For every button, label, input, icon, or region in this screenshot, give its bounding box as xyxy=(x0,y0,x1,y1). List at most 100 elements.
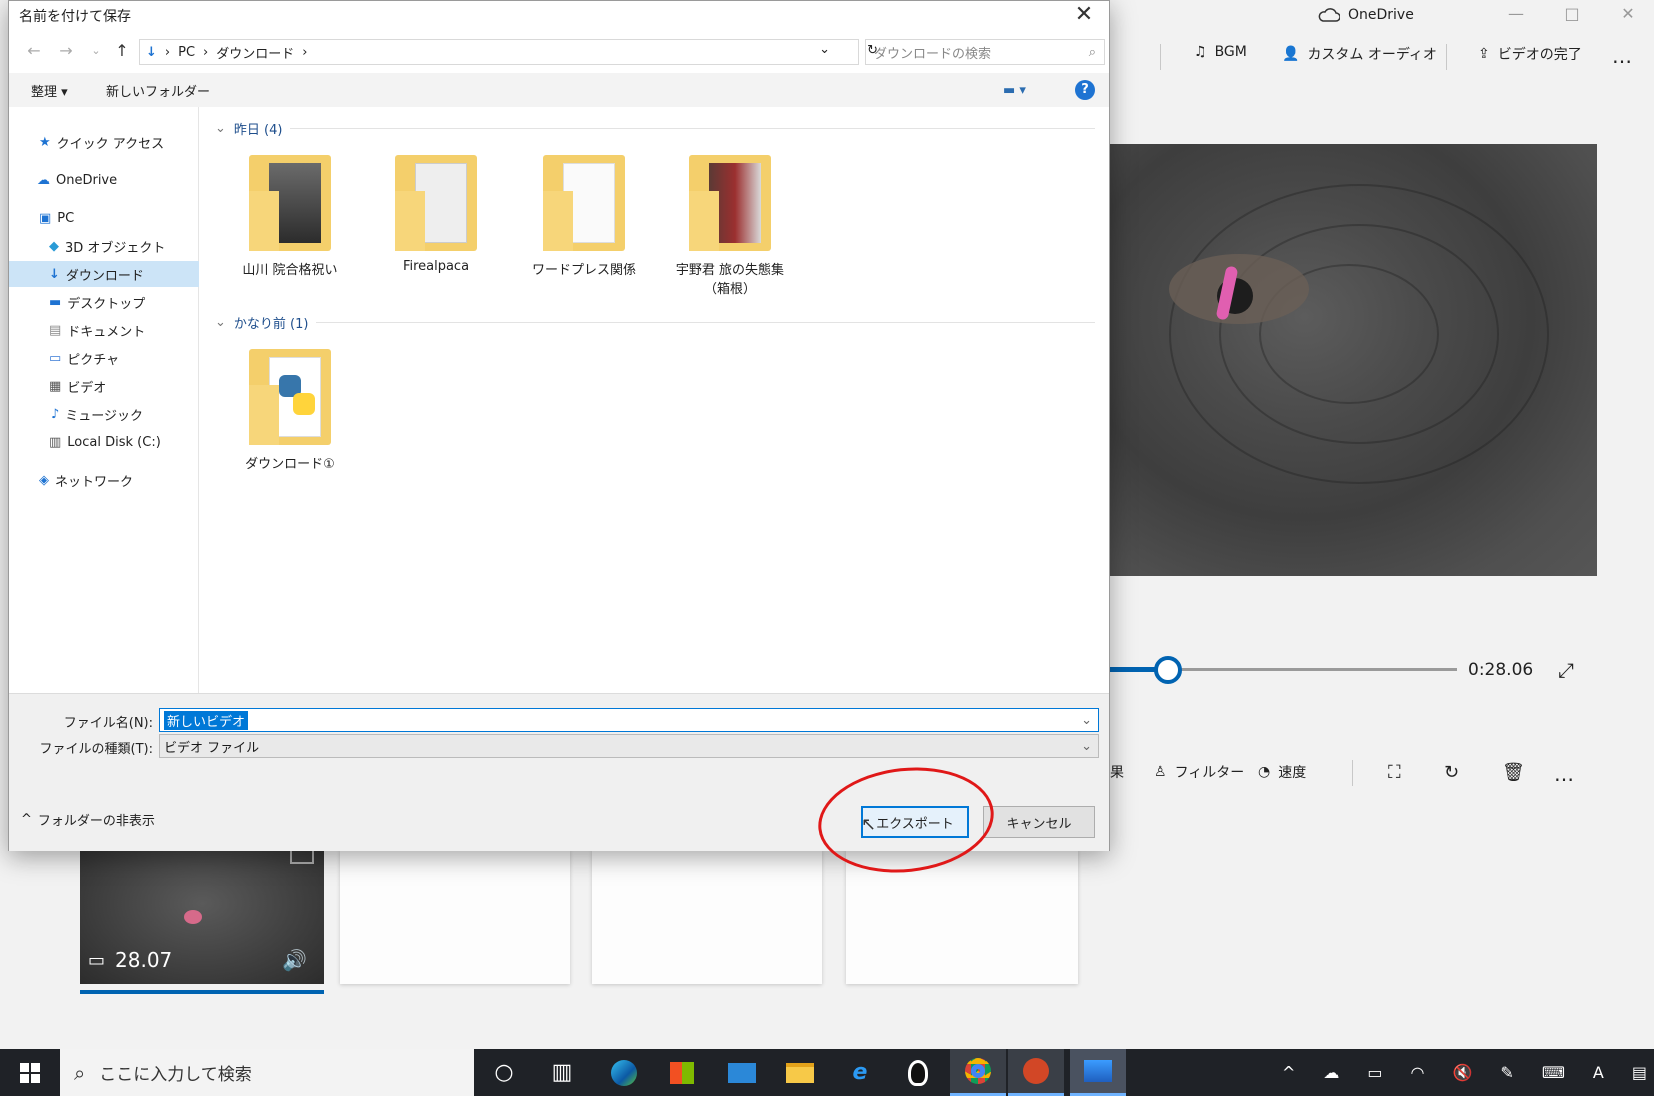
crop-icon[interactable]: ⛶ xyxy=(1388,762,1401,783)
organize-button[interactable]: 整理 ▾ xyxy=(31,81,68,100)
forward-arrow-icon[interactable]: → xyxy=(55,41,77,60)
store-icon[interactable] xyxy=(654,1049,710,1096)
nav-local-disk-label: Local Disk (C:) xyxy=(67,434,161,450)
back-arrow-icon[interactable]: ← xyxy=(23,41,45,60)
search-icon: ⌕ xyxy=(74,1060,86,1085)
cancel-button[interactable]: キャンセル xyxy=(983,806,1095,838)
cortana-icon[interactable]: ○ xyxy=(476,1049,532,1096)
minimize-button[interactable]: — xyxy=(1496,4,1536,23)
nav-documents[interactable]: ▤ ドキュメント xyxy=(9,317,199,343)
search-icon: ⌕ xyxy=(1088,44,1096,60)
clip-selected-bar xyxy=(80,990,324,994)
chevron-up-icon[interactable]: ^ xyxy=(1282,1063,1295,1082)
help-icon[interactable]: ? xyxy=(1075,80,1095,100)
more-tools-button[interactable]: … xyxy=(1554,762,1574,786)
breadcrumb-downloads[interactable]: ダウンロード xyxy=(216,43,294,62)
folder-item[interactable]: Firealpaca xyxy=(371,151,501,274)
battery-icon[interactable]: ▭ xyxy=(1367,1063,1382,1082)
group-header-yesterday-label: 昨日 (4) xyxy=(233,123,283,138)
taskbar-search[interactable]: ⌕ ここに入力して検索 xyxy=(60,1049,474,1096)
clip-checkbox[interactable] xyxy=(290,850,314,864)
more-menu-button[interactable]: … xyxy=(1612,44,1632,68)
group-divider xyxy=(290,128,1095,129)
expand-icon[interactable]: ⤢ xyxy=(1558,658,1574,682)
filename-input[interactable]: 新しいビデオ ⌄ xyxy=(159,708,1099,732)
bgm-button[interactable]: ♫ BGM xyxy=(1194,44,1247,60)
nav-pictures[interactable]: ▭ ピクチャ xyxy=(9,345,199,371)
hide-folders-toggle[interactable]: ^ フォルダーの非表示 xyxy=(21,810,155,829)
group-header-long-ago[interactable]: ⌄ かなり前 (1) xyxy=(215,313,1095,332)
folder-item[interactable]: 山川 院合格祝い xyxy=(225,151,355,278)
trash-icon[interactable]: 🗑 xyxy=(1502,762,1525,783)
edge-icon[interactable] xyxy=(596,1049,652,1096)
group-header-yesterday[interactable]: ⌄ 昨日 (4) xyxy=(215,119,1095,138)
address-dropdown-icon[interactable]: ⌄ xyxy=(819,42,830,57)
breadcrumb-pc[interactable]: PC xyxy=(178,45,195,60)
internet-explorer-icon[interactable]: e xyxy=(832,1049,888,1096)
new-folder-button[interactable]: 新しいフォルダー xyxy=(106,81,210,100)
address-bar[interactable]: ↓ › PC › ダウンロード › ⌄ ↻ xyxy=(139,39,878,65)
nav-quick-access[interactable]: ★ クイック アクセス xyxy=(9,129,199,155)
timeline-thumb[interactable] xyxy=(1154,656,1183,684)
rotate-icon[interactable]: ↻ xyxy=(1444,762,1459,783)
photos-app-icon[interactable] xyxy=(1070,1049,1126,1096)
keyboard-icon[interactable]: ⌨ xyxy=(1542,1063,1565,1082)
nav-desktop-label: デスクトップ xyxy=(67,296,146,312)
organize-label: 整理 xyxy=(31,84,58,100)
pen-icon[interactable]: ✎ xyxy=(1500,1063,1513,1082)
filename-dropdown-icon[interactable]: ⌄ xyxy=(1081,713,1098,728)
group-divider xyxy=(316,322,1095,323)
folder-item[interactable]: 宇野君 旅の失態集（箱根） xyxy=(665,151,795,297)
clip-duration: ▭ 28.07 xyxy=(88,948,172,972)
recent-dropdown-icon[interactable]: ⌄ xyxy=(85,44,107,57)
nav-network[interactable]: ◈ ネットワーク xyxy=(9,467,199,493)
task-view-icon[interactable]: ▥ xyxy=(534,1049,590,1096)
video-preview[interactable] xyxy=(1109,144,1597,576)
storyboard-empty-slot[interactable] xyxy=(592,850,822,984)
nav-pc[interactable]: ▣ PC xyxy=(9,205,199,231)
network-icon: ◈ xyxy=(39,472,49,488)
notification-icon[interactable]: ▤ xyxy=(1632,1063,1647,1082)
folder-item[interactable]: ダウンロード① xyxy=(225,345,355,472)
powerpoint-icon[interactable] xyxy=(1008,1049,1064,1096)
view-options-icon[interactable]: ▬ ▾ xyxy=(1003,83,1026,98)
bgm-label: BGM xyxy=(1214,44,1247,60)
onedrive-tray-icon[interactable]: ☁ xyxy=(1323,1063,1339,1082)
tools-divider xyxy=(1352,760,1353,786)
close-app-button[interactable]: ✕ xyxy=(1608,4,1648,23)
volume-muted-icon[interactable]: 🔇 xyxy=(1453,1063,1473,1082)
filter-button[interactable]: ♙ フィルター xyxy=(1154,762,1244,782)
nav-downloads[interactable]: ↓ ダウンロード xyxy=(9,261,199,287)
wifi-icon[interactable]: ◠ xyxy=(1411,1063,1425,1082)
speed-label: 速度 xyxy=(1278,765,1307,781)
penguin-app-icon[interactable] xyxy=(890,1049,946,1096)
finish-video-button[interactable]: ⇪ ビデオの完了 xyxy=(1478,44,1582,64)
file-explorer-icon[interactable] xyxy=(772,1049,828,1096)
folder-item[interactable]: ワードプレス関係 xyxy=(519,151,649,278)
speed-button[interactable]: ◔ 速度 xyxy=(1258,762,1306,782)
storyboard-empty-slot[interactable] xyxy=(340,850,570,984)
nav-local-disk[interactable]: ▥ Local Disk (C:) xyxy=(9,429,199,455)
dialog-close-button[interactable]: ✕ xyxy=(1069,2,1099,27)
folder-icon xyxy=(249,345,331,445)
folder-name: ワードプレス関係 xyxy=(531,263,636,278)
up-arrow-icon[interactable]: ↑ xyxy=(111,41,133,60)
maximize-button[interactable]: □ xyxy=(1552,4,1592,23)
filetype-select[interactable]: ビデオ ファイル ⌄ xyxy=(159,734,1099,758)
effects-partial-button[interactable]: 果 xyxy=(1110,762,1124,782)
nav-videos[interactable]: ▦ ビデオ xyxy=(9,373,199,399)
volume-icon[interactable]: 🔊 xyxy=(282,948,307,972)
start-button[interactable] xyxy=(0,1049,60,1096)
ime-mode-icon[interactable]: A xyxy=(1593,1063,1604,1082)
chrome-icon[interactable] xyxy=(950,1049,1006,1096)
nav-3d-objects[interactable]: ◆ 3D オブジェクト xyxy=(9,233,199,259)
picture-icon: ▭ xyxy=(49,350,62,366)
document-icon: ▤ xyxy=(49,322,62,338)
mail-icon[interactable] xyxy=(714,1049,770,1096)
nav-onedrive[interactable]: ☁ OneDrive xyxy=(9,167,199,193)
nav-desktop[interactable]: ▬ デスクトップ xyxy=(9,289,199,315)
nav-music[interactable]: ♪ ミュージック xyxy=(9,401,199,427)
folder-search-input[interactable]: ダウンロードの検索 ⌕ xyxy=(865,39,1105,65)
folder-icon xyxy=(249,151,331,251)
custom-audio-button[interactable]: 👤 カスタム オーディオ xyxy=(1282,44,1437,64)
